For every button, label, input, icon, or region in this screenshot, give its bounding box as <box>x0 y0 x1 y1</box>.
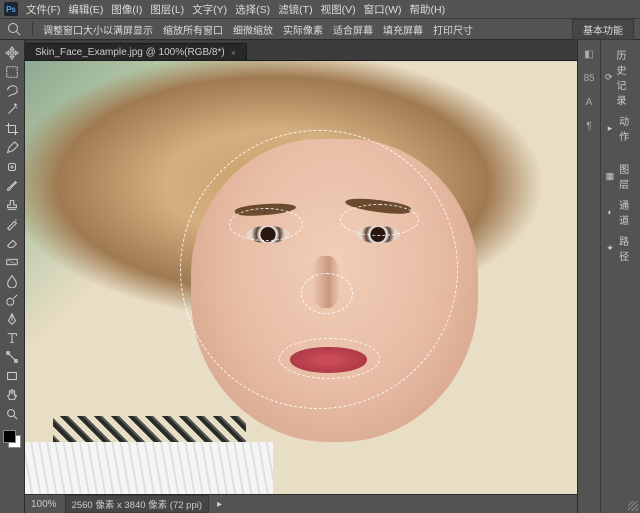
history-icon: ⟳ <box>605 71 613 83</box>
lasso-tool[interactable] <box>2 82 22 100</box>
actions-icon: ▸ <box>605 122 615 134</box>
history-brush-tool[interactable] <box>2 215 22 233</box>
opt-fill-screen[interactable]: 填充屏幕 <box>383 22 423 37</box>
close-tab-icon[interactable]: × <box>231 48 236 58</box>
paths-panel-tab[interactable]: ✦路径 <box>601 230 640 266</box>
eraser-tool[interactable] <box>2 234 22 252</box>
move-tool[interactable] <box>2 44 22 62</box>
menu-filter[interactable]: 滤镜(T) <box>278 2 312 17</box>
document-tab[interactable]: Skin_Face_Example.jpg @ 100%(RGB/8*) × <box>25 43 247 60</box>
foreground-color[interactable] <box>3 430 16 443</box>
blur-tool[interactable] <box>2 272 22 290</box>
layers-icon: ▦ <box>605 170 615 182</box>
app-logo: Ps <box>4 2 18 16</box>
menu-help[interactable]: 帮助(H) <box>410 2 446 17</box>
hand-tool[interactable] <box>2 386 22 404</box>
character-panel-icon[interactable]: A <box>581 94 597 110</box>
collapsed-panel-strip: ◧ 85 A ¶ <box>578 40 601 513</box>
crop-tool[interactable] <box>2 120 22 138</box>
history-panel-tab[interactable]: ⟳历史记录 <box>601 44 640 110</box>
menu-view[interactable]: 视图(V) <box>321 2 356 17</box>
menu-file[interactable]: 文件(F) <box>26 2 60 17</box>
menu-layer[interactable]: 图层(L) <box>150 2 184 17</box>
opt-resize-window[interactable]: 调整窗口大小以满屏显示 <box>43 22 153 37</box>
gradient-tool[interactable] <box>2 253 22 271</box>
paths-icon: ✦ <box>605 242 615 254</box>
document-tab-bar: Skin_Face_Example.jpg @ 100%(RGB/8*) × <box>25 40 577 61</box>
menu-window[interactable]: 窗口(W) <box>364 2 402 17</box>
color-panel-icon[interactable]: ◧ <box>581 46 597 62</box>
panel-dock: ◧ 85 A ¶ ⟳历史记录 ▸动作 ▦图层 ◐通道 ✦路径 <box>577 40 640 513</box>
swatches-panel-icon[interactable]: 85 <box>581 70 597 86</box>
layers-panel-tab[interactable]: ▦图层 <box>601 158 640 194</box>
menu-bar: Ps 文件(F) 编辑(E) 图像(I) 图层(L) 文字(Y) 选择(S) 滤… <box>0 0 640 18</box>
tool-palette <box>0 40 25 513</box>
color-swatches[interactable] <box>3 430 21 448</box>
document-tab-title: Skin_Face_Example.jpg @ 100%(RGB/8*) <box>35 47 225 58</box>
status-bar: 100% 2560 像素 x 3840 像素 (72 ppi) ▸ <box>25 494 577 513</box>
menu-edit[interactable]: 编辑(E) <box>68 2 103 17</box>
canvas[interactable] <box>25 61 577 494</box>
zoom-level[interactable]: 100% <box>31 499 57 510</box>
pen-tool[interactable] <box>2 310 22 328</box>
stamp-tool[interactable] <box>2 196 22 214</box>
opt-scrubby-zoom[interactable]: 细微缩放 <box>233 22 273 37</box>
zoom-tool-icon[interactable] <box>6 21 22 37</box>
resize-grip[interactable] <box>628 501 638 511</box>
brush-tool[interactable] <box>2 177 22 195</box>
rectangle-tool[interactable] <box>2 367 22 385</box>
panel-tabs: ⟳历史记录 ▸动作 ▦图层 ◐通道 ✦路径 <box>601 40 640 513</box>
opt-zoom-all[interactable]: 缩放所有窗口 <box>163 22 223 37</box>
paragraph-panel-icon[interactable]: ¶ <box>581 118 597 134</box>
dodge-tool[interactable] <box>2 291 22 309</box>
wand-tool[interactable] <box>2 101 22 119</box>
document-image <box>25 61 577 494</box>
actions-panel-tab[interactable]: ▸动作 <box>601 110 640 146</box>
channels-icon: ◐ <box>605 206 615 218</box>
menu-select[interactable]: 选择(S) <box>235 2 270 17</box>
opt-print-size[interactable]: 打印尺寸 <box>433 22 473 37</box>
opt-actual-pixels[interactable]: 实际像素 <box>283 22 323 37</box>
eyedropper-tool[interactable] <box>2 139 22 157</box>
menu-type[interactable]: 文字(Y) <box>192 2 227 17</box>
channels-panel-tab[interactable]: ◐通道 <box>601 194 640 230</box>
workspace-switcher[interactable]: 基本功能 <box>572 19 634 40</box>
heal-tool[interactable] <box>2 158 22 176</box>
type-tool[interactable] <box>2 329 22 347</box>
document-info[interactable]: 2560 像素 x 3840 像素 (72 ppi) <box>65 495 209 513</box>
marquee-tool[interactable] <box>2 63 22 81</box>
options-bar: 调整窗口大小以满屏显示 缩放所有窗口 细微缩放 实际像素 适合屏幕 填充屏幕 打… <box>0 18 640 40</box>
path-tool[interactable] <box>2 348 22 366</box>
menu-image[interactable]: 图像(I) <box>111 2 142 17</box>
opt-fit-screen[interactable]: 适合屏幕 <box>333 22 373 37</box>
zoom-tool[interactable] <box>2 405 22 423</box>
info-arrow-icon[interactable]: ▸ <box>217 499 222 510</box>
